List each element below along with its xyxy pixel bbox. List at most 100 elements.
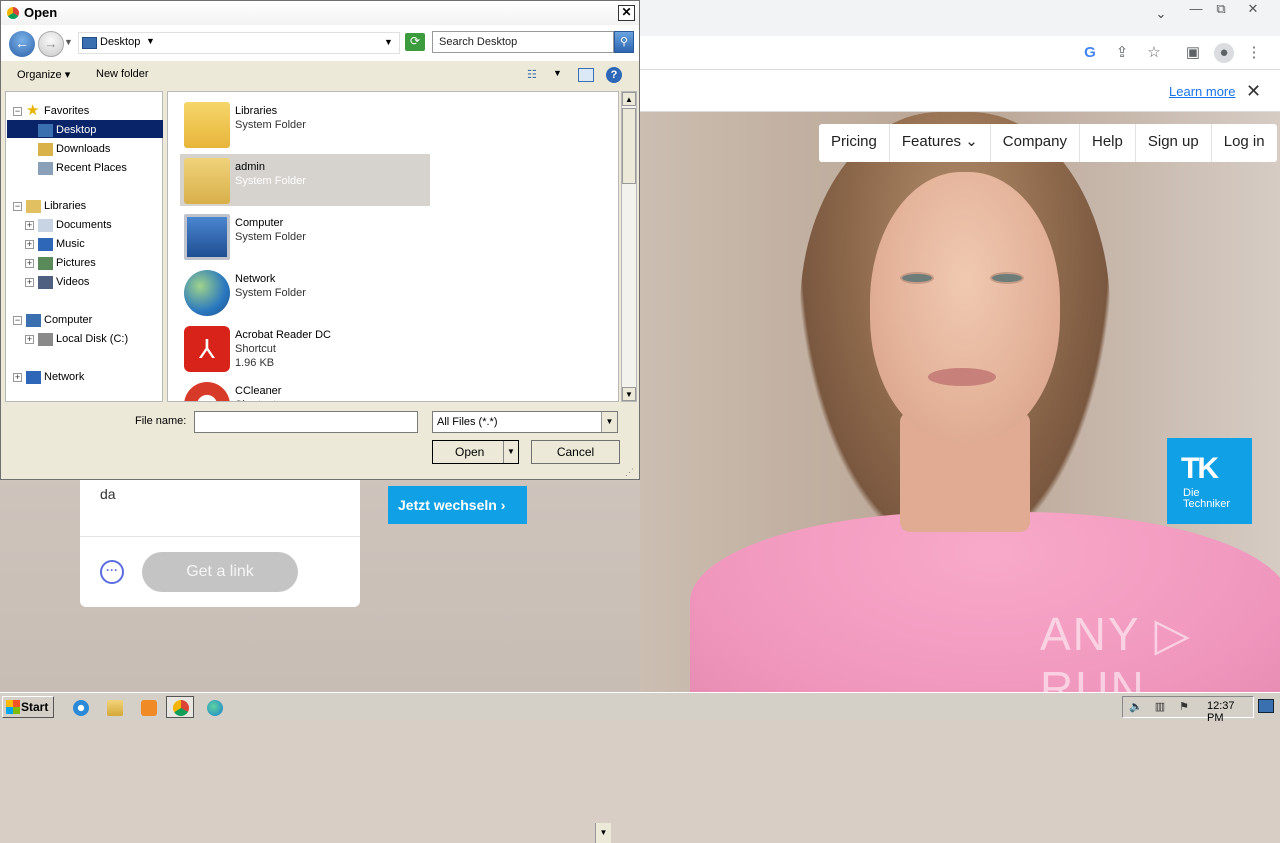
get-a-link-button[interactable]: Get a link: [142, 552, 298, 592]
file-list: Libraries System Folder admin System Folder…: [167, 91, 619, 402]
nav-help[interactable]: Help: [1080, 124, 1136, 162]
open-button[interactable]: Open ▼: [432, 440, 519, 464]
tree-expander-icon[interactable]: +: [25, 240, 34, 249]
clock[interactable]: 12:37 PM: [1207, 700, 1253, 724]
tree-item-libraries[interactable]: Libraries: [44, 197, 86, 215]
tab-search-dropdown[interactable]: ⌄: [1150, 6, 1172, 26]
file-item[interactable]: Libraries System Folder: [180, 98, 430, 150]
jetzt-wechseln-button[interactable]: Jetzt wechseln ›: [388, 486, 527, 524]
start-button[interactable]: Start: [2, 696, 54, 718]
help-icon[interactable]: ?: [606, 67, 622, 83]
infobar-close-icon[interactable]: ✕: [1246, 81, 1261, 102]
vertical-scrollbar[interactable]: ▲ ▼: [621, 91, 637, 402]
taskbar-app-edge[interactable]: [200, 696, 228, 718]
tree-expander-icon[interactable]: +: [13, 373, 22, 382]
cancel-button[interactable]: Cancel: [531, 440, 620, 464]
address-bar[interactable]: Desktop ▼ ▼: [78, 32, 400, 54]
scroll-down-icon[interactable]: ▼: [622, 387, 636, 401]
file-type-dropdown-icon[interactable]: ▼: [601, 412, 617, 432]
share-icon[interactable]: ⇪: [1112, 43, 1132, 63]
nav-pricing[interactable]: Pricing: [819, 124, 890, 162]
organize-button[interactable]: Organize ▾: [17, 68, 70, 81]
address-dropdown-icon[interactable]: ▼: [384, 37, 393, 47]
tree-item-favorites[interactable]: Favorites: [44, 102, 89, 120]
taskbar-app-media-player[interactable]: [134, 696, 162, 718]
tree-expander-icon[interactable]: +: [25, 278, 34, 287]
acrobat-icon: ⅄: [184, 326, 230, 372]
resize-grip-icon[interactable]: ⋰: [625, 467, 637, 479]
tree-item-network[interactable]: Network: [44, 368, 84, 386]
network-tray-icon[interactable]: ▥: [1153, 700, 1167, 714]
refresh-icon[interactable]: ⟳: [405, 33, 425, 51]
search-input[interactable]: Search Desktop: [432, 31, 614, 53]
tree-item-videos[interactable]: Videos: [56, 273, 89, 291]
file-name-input[interactable]: ▼: [194, 411, 611, 843]
dialog-close-button[interactable]: ✕: [618, 5, 635, 21]
tree-item-computer[interactable]: Computer: [44, 311, 92, 329]
dialog-titlebar[interactable]: Open ✕: [1, 1, 639, 25]
file-item[interactable]: ⅄ Acrobat Reader DC Shortcut 1.96 KB: [180, 322, 430, 374]
forward-arrow-icon[interactable]: →: [38, 31, 64, 57]
learn-more-link[interactable]: Learn more: [1169, 84, 1235, 99]
view-options-icon[interactable]: ☷: [527, 68, 543, 82]
nav-company[interactable]: Company: [991, 124, 1080, 162]
scroll-thumb[interactable]: [622, 108, 636, 184]
tree-item-music[interactable]: Music: [56, 235, 85, 253]
ccleaner-icon: [184, 382, 230, 401]
file-type-select[interactable]: All Files (*.*) ▼: [432, 411, 618, 433]
tree-expander-icon[interactable]: +: [25, 221, 34, 230]
nav-features[interactable]: Features ⌄: [890, 124, 991, 162]
tree-item-pictures[interactable]: Pictures: [56, 254, 96, 272]
volume-icon[interactable]: 🔈: [1129, 700, 1143, 714]
edge-icon: [207, 700, 223, 716]
history-dropdown-icon[interactable]: ▼: [64, 37, 73, 47]
restore-button[interactable]: ⧉: [1208, 2, 1234, 18]
side-panel-icon[interactable]: ▣: [1183, 43, 1203, 63]
desktop-icon: [38, 124, 53, 137]
taskbar-app-ie[interactable]: [66, 696, 94, 718]
preview-pane-icon[interactable]: [578, 68, 594, 82]
show-desktop-icon[interactable]: [1258, 699, 1274, 713]
view-dropdown-icon[interactable]: ▼: [553, 68, 562, 78]
libraries-icon: [26, 200, 41, 213]
file-type: Shortcut: [235, 343, 276, 355]
nav-sign-up[interactable]: Sign up: [1136, 124, 1212, 162]
tree-item-local-disk-c[interactable]: Local Disk (C:): [56, 330, 128, 348]
google-icon[interactable]: G: [1080, 43, 1100, 63]
breadcrumb-dropdown-icon[interactable]: ▼: [146, 36, 155, 46]
tree-expander-icon[interactable]: −: [13, 202, 22, 211]
back-arrow-icon[interactable]: ←: [9, 31, 35, 57]
file-item[interactable]: Network System Folder: [180, 266, 430, 318]
tree-item-downloads[interactable]: Downloads: [56, 140, 110, 158]
file-item[interactable]: admin System Folder: [180, 154, 430, 206]
minimize-button[interactable]: —: [1183, 2, 1209, 18]
taskbar: Start 🔈 ▥ ⚑ 12:37 PM: [0, 692, 1280, 724]
close-button[interactable]: ✕: [1240, 2, 1266, 18]
bookmark-star-icon[interactable]: ☆: [1144, 43, 1164, 63]
file-name-dropdown-icon[interactable]: ▼: [595, 823, 611, 843]
file-item[interactable]: CCleaner Shortcut: [180, 378, 430, 401]
action-center-flag-icon[interactable]: ⚑: [1177, 700, 1191, 714]
file-item[interactable]: Computer System Folder: [180, 210, 430, 262]
taskbar-app-chrome[interactable]: [166, 696, 194, 718]
tk-logo[interactable]: TK Die Techniker: [1167, 438, 1252, 524]
tree-expander-icon[interactable]: −: [13, 316, 22, 325]
address-text[interactable]: Desktop: [100, 36, 140, 48]
open-dropdown-icon[interactable]: ▼: [503, 441, 518, 463]
tree-expander-icon[interactable]: −: [13, 107, 22, 116]
new-folder-button[interactable]: New folder: [96, 68, 149, 80]
more-options-icon[interactable]: ···: [100, 560, 124, 584]
tree-expander-icon[interactable]: +: [25, 259, 34, 268]
search-icon[interactable]: ⚲: [614, 31, 634, 53]
tree-expander-icon[interactable]: +: [25, 335, 34, 344]
tree-item-documents[interactable]: Documents: [56, 216, 112, 234]
menu-kebab-icon[interactable]: ⋮: [1244, 43, 1264, 63]
tree-item-desktop[interactable]: Desktop: [56, 121, 96, 139]
profile-icon[interactable]: ●: [1214, 43, 1234, 63]
pictures-icon: [38, 257, 53, 270]
scroll-up-icon[interactable]: ▲: [622, 92, 636, 106]
open-file-dialog: Open ✕ ← → ▼ Desktop ▼ ▼ ⟳ Search Deskto…: [0, 0, 640, 843]
nav-log-in[interactable]: Log in: [1212, 124, 1277, 162]
tree-item-recent-places[interactable]: Recent Places: [56, 159, 127, 177]
taskbar-app-explorer[interactable]: [100, 696, 128, 718]
